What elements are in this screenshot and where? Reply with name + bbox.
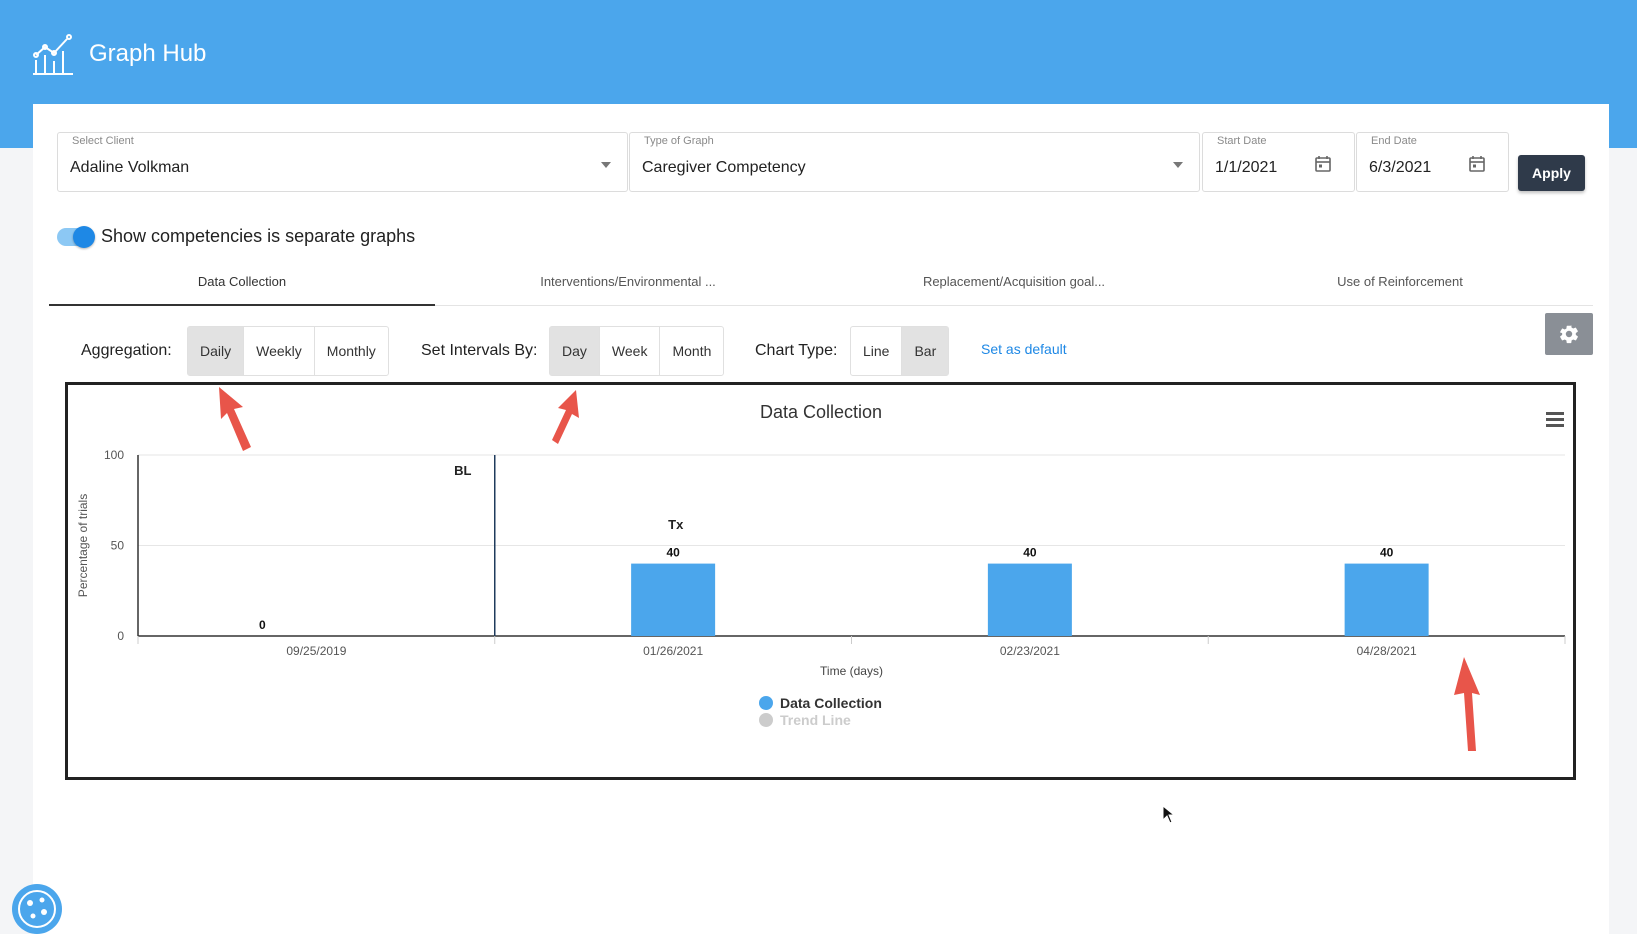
aggregation-weekly-button[interactable]: Weekly <box>244 327 315 375</box>
app-title: Graph Hub <box>89 40 207 67</box>
annotation-arrow <box>552 390 579 444</box>
x-tick-label: 04/28/2021 <box>1357 644 1417 658</box>
data-label: 40 <box>1023 546 1037 560</box>
interval-month-button[interactable]: Month <box>660 327 723 375</box>
menu-icon[interactable] <box>1546 424 1564 427</box>
start-date-field[interactable]: Start Date 1/1/2021 <box>1202 132 1355 192</box>
client-select[interactable]: Select Client Adaline Volkman <box>57 132 628 192</box>
chart-type-group: Line Bar <box>850 326 950 376</box>
annotation-arrow <box>219 387 251 451</box>
interval-week-button[interactable]: Week <box>600 327 661 375</box>
y-tick-label: 0 <box>117 629 124 643</box>
end-date-field[interactable]: End Date 6/3/2021 <box>1356 132 1509 192</box>
mouse-cursor-icon <box>1162 805 1176 824</box>
graph-type-label: Type of Graph <box>642 135 716 147</box>
annotation-arrow <box>1454 657 1480 751</box>
set-as-default-link[interactable]: Set as default <box>981 341 1067 357</box>
graph-type-select[interactable]: Type of Graph Caregiver Competency <box>629 132 1200 192</box>
toggle-knob <box>73 226 95 248</box>
chart-type-line-button[interactable]: Line <box>851 327 903 375</box>
menu-icon[interactable] <box>1546 412 1564 415</box>
phase-label: BL <box>454 463 471 478</box>
gear-icon <box>1560 325 1578 344</box>
graph-logo-icon <box>33 34 73 75</box>
chart-bar <box>987 563 1072 636</box>
legend-item: Trend Line <box>780 712 851 728</box>
graph-type-value: Caregiver Competency <box>642 159 806 176</box>
tab-data-collection[interactable]: Data Collection <box>49 266 435 306</box>
y-tick-label: 100 <box>104 448 124 462</box>
tab-reinforcement[interactable]: Use of Reinforcement <box>1207 266 1593 305</box>
intervals-label: Set Intervals By: <box>421 342 538 359</box>
data-label: 0 <box>259 618 266 632</box>
client-select-label: Select Client <box>70 135 136 147</box>
cookie-settings-button[interactable] <box>12 884 62 934</box>
tab-replacement-goals[interactable]: Replacement/Acquisition goal... <box>821 266 1207 305</box>
y-tick-label: 50 <box>111 539 125 553</box>
chart-bar <box>631 563 716 636</box>
client-select-value: Adaline Volkman <box>70 159 190 176</box>
apply-button[interactable]: Apply <box>1518 155 1585 191</box>
y-axis-label: Percentage of trials <box>76 494 90 597</box>
chart-type-label: Chart Type: <box>755 342 838 359</box>
aggregation-label: Aggregation: <box>81 342 172 359</box>
phase-label: Tx <box>668 517 684 532</box>
legend-marker <box>759 713 773 727</box>
bar-chart: Data Collection 0 50 100 Percentage of trial… <box>76 402 1566 728</box>
aggregation-daily-button[interactable]: Daily <box>188 327 245 375</box>
x-tick-label: 01/26/2021 <box>643 644 703 658</box>
chevron-down-icon <box>1173 162 1183 168</box>
aggregation-group: Daily Weekly Monthly <box>187 326 389 376</box>
menu-icon[interactable] <box>1546 418 1564 421</box>
calendar-icon[interactable] <box>1314 155 1332 173</box>
legend-marker <box>759 696 773 710</box>
chevron-down-icon <box>601 162 611 168</box>
separate-graphs-toggle[interactable] <box>57 226 95 248</box>
x-tick-label: 02/23/2021 <box>1000 644 1060 658</box>
chart-title: Data Collection <box>760 402 882 422</box>
calendar-icon[interactable] <box>1468 155 1486 173</box>
end-date-value: 6/3/2021 <box>1369 159 1432 176</box>
end-date-label: End Date <box>1369 135 1419 147</box>
data-label: 40 <box>666 546 680 560</box>
header-strip <box>1609 104 1637 148</box>
chart-container: Data Collection 0 50 100 Percentage of trial… <box>65 382 1576 780</box>
aggregation-monthly-button[interactable]: Monthly <box>315 327 388 375</box>
tab-interventions[interactable]: Interventions/Environmental ... <box>435 266 821 305</box>
cookie-icon <box>18 890 56 928</box>
separate-graphs-label: Show competencies is separate graphs <box>101 226 416 246</box>
interval-day-button[interactable]: Day <box>550 327 600 375</box>
start-date-label: Start Date <box>1215 135 1269 147</box>
chart-bar <box>1344 563 1429 636</box>
chart-type-bar-button[interactable]: Bar <box>902 327 949 375</box>
intervals-group: Day Week Month <box>549 326 725 376</box>
x-axis-label: Time (days) <box>820 664 883 678</box>
x-tick-label: 09/25/2019 <box>286 644 346 658</box>
graph-tabs: Data Collection Interventions/Environmen… <box>49 266 1593 306</box>
legend-item: Data Collection <box>780 695 882 711</box>
start-date-value: 1/1/2021 <box>1215 159 1278 176</box>
settings-button[interactable] <box>1545 313 1593 355</box>
data-label: 40 <box>1380 546 1394 560</box>
